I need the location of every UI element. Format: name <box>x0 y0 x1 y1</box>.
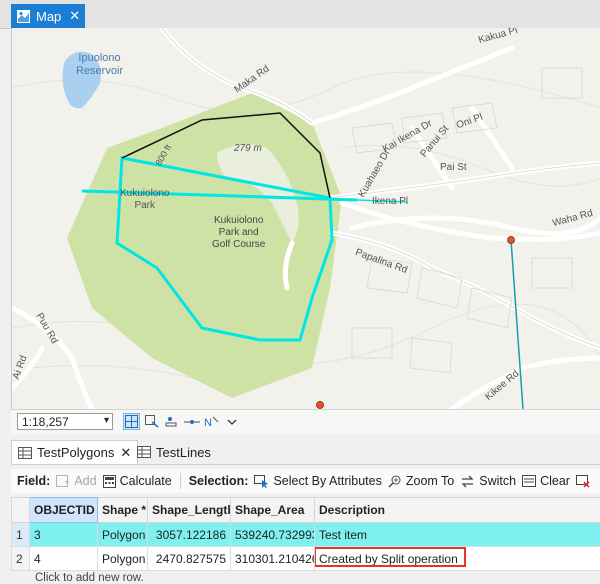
select-by-attributes-label: Select By Attributes <box>273 474 381 488</box>
calculate-button[interactable]: Calculate <box>103 474 172 488</box>
cell-shape-length[interactable]: 3057.122186 <box>148 523 231 547</box>
map-nav-tools: N <box>123 413 240 430</box>
table-icon <box>18 447 32 459</box>
label-golf-course: KukuiolonoPark andGolf Course <box>212 215 265 251</box>
navigate-icon[interactable] <box>143 413 160 430</box>
select-by-attributes-icon <box>254 475 269 488</box>
cell-objectid[interactable]: 4 <box>30 547 98 571</box>
zoom-to-button[interactable]: Zoom To <box>388 474 454 488</box>
pan-icon[interactable] <box>163 413 180 430</box>
add-field-button[interactable]: Add <box>56 474 96 488</box>
row-number[interactable]: 2 <box>12 547 30 571</box>
attribute-toolbar: Field: Add Calculate Selection: Select B… <box>11 469 600 493</box>
label-golf-line2: Park and <box>219 227 259 238</box>
cell-shape-area[interactable]: 539240.732993 <box>231 523 315 547</box>
cell-description[interactable]: Created by Split operation <box>315 547 600 571</box>
delete-icon <box>576 475 590 488</box>
line-vertex-point <box>508 237 515 244</box>
add-field-label: Add <box>74 474 96 488</box>
cell-shape-length[interactable]: 2470.827575 <box>148 547 231 571</box>
add-field-icon <box>56 475 70 488</box>
cell-objectid[interactable]: 3 <box>30 523 98 547</box>
add-new-row[interactable]: Click to add new row. <box>11 572 600 584</box>
tab-testlines-label: TestLines <box>156 445 211 460</box>
toolbar-divider <box>180 473 181 489</box>
row-header-corner <box>12 498 30 523</box>
map-icon <box>17 10 30 23</box>
line-snap-icon[interactable] <box>183 413 200 430</box>
label-elev-279: 279 m <box>234 143 262 154</box>
map-canvas <box>12 28 600 409</box>
column-header-shape[interactable]: Shape * <box>98 498 148 523</box>
label-ikena-pl: Ikena Pl <box>372 196 408 207</box>
table-row[interactable]: 1 3 Polygon 3057.122186 539240.732993 Te… <box>12 523 600 547</box>
column-header-shape-length[interactable]: Shape_Length <box>148 498 231 523</box>
clear-label: Clear <box>540 474 570 488</box>
label-park: KukuiolonoPark <box>120 188 169 212</box>
table-icon <box>137 446 151 458</box>
selection-label: Selection: <box>189 474 249 488</box>
label-golf-line1: Kukuiolono <box>214 215 263 226</box>
switch-icon <box>460 475 475 488</box>
close-icon[interactable]: ✕ <box>69 8 80 24</box>
tab-testlines[interactable]: TestLines <box>131 440 217 464</box>
chevron-down-icon: ▾ <box>104 415 109 426</box>
calculator-icon <box>103 475 116 488</box>
calculate-label: Calculate <box>120 474 172 488</box>
label-reservoir: IpuolonoReservoir <box>76 52 123 78</box>
zoom-to-label: Zoom To <box>406 474 454 488</box>
select-by-attributes-button[interactable]: Select By Attributes <box>254 474 381 488</box>
delete-selection-button[interactable] <box>576 475 594 488</box>
cell-description[interactable]: Test item <box>315 523 600 547</box>
cell-shape[interactable]: Polygon <box>98 547 148 571</box>
label-pai-st: Pai St <box>440 162 467 173</box>
highlight-box <box>315 547 467 567</box>
tab-map[interactable]: Map ✕ <box>11 4 85 28</box>
label-park-line1: Kukuiolono <box>120 188 169 199</box>
label-reservoir-line1: Ipuolono <box>78 52 120 64</box>
correction-icon[interactable]: N <box>203 413 220 430</box>
column-header-description[interactable]: Description <box>315 498 600 523</box>
grid-snap-icon[interactable] <box>123 413 140 430</box>
row-number[interactable]: 1 <box>12 523 30 547</box>
attribute-table: OBJECTID * Shape * Shape_Length Shape_Ar… <box>11 497 600 571</box>
cell-shape[interactable]: Polygon <box>98 523 148 547</box>
map-view[interactable]: IpuolonoReservoir Maka Rd Kakua Pl Kai I… <box>11 28 600 409</box>
table-row[interactable]: 2 4 Polygon 2470.827575 310301.210426 Cr… <box>12 547 600 571</box>
zoom-to-icon <box>388 475 402 488</box>
map-tabbar: Map ✕ <box>0 0 600 29</box>
switch-button[interactable]: Switch <box>460 474 516 488</box>
tab-testpolygons[interactable]: TestPolygons ✕ <box>11 440 138 464</box>
label-reservoir-line2: Reservoir <box>76 65 123 77</box>
table-header-row: OBJECTID * Shape * Shape_Length Shape_Ar… <box>12 498 600 523</box>
close-icon[interactable]: ✕ <box>120 445 131 461</box>
chevron-down-icon[interactable] <box>223 413 240 430</box>
clear-button[interactable]: Clear <box>522 474 570 488</box>
scale-selector[interactable]: 1:18,257 ▾ <box>17 413 113 430</box>
column-header-shape-area[interactable]: Shape_Area <box>231 498 315 523</box>
label-park-line2: Park <box>134 200 155 211</box>
tab-testpolygons-label: TestPolygons <box>37 445 114 460</box>
table-tabbar: TestPolygons ✕ TestLines <box>11 440 600 465</box>
svg-text:N: N <box>204 417 212 428</box>
column-header-objectid[interactable]: OBJECTID * <box>30 498 98 523</box>
clear-icon <box>522 475 536 488</box>
cell-shape-area[interactable]: 310301.210426 <box>231 547 315 571</box>
scale-value: 1:18,257 <box>22 415 69 429</box>
map-statusbar: 1:18,257 ▾ N <box>11 409 600 434</box>
tab-map-label: Map <box>36 9 61 24</box>
line-vertex-point <box>317 402 324 409</box>
field-label: Field: <box>17 474 50 488</box>
label-golf-line3: Golf Course <box>212 239 265 250</box>
switch-label: Switch <box>479 474 516 488</box>
